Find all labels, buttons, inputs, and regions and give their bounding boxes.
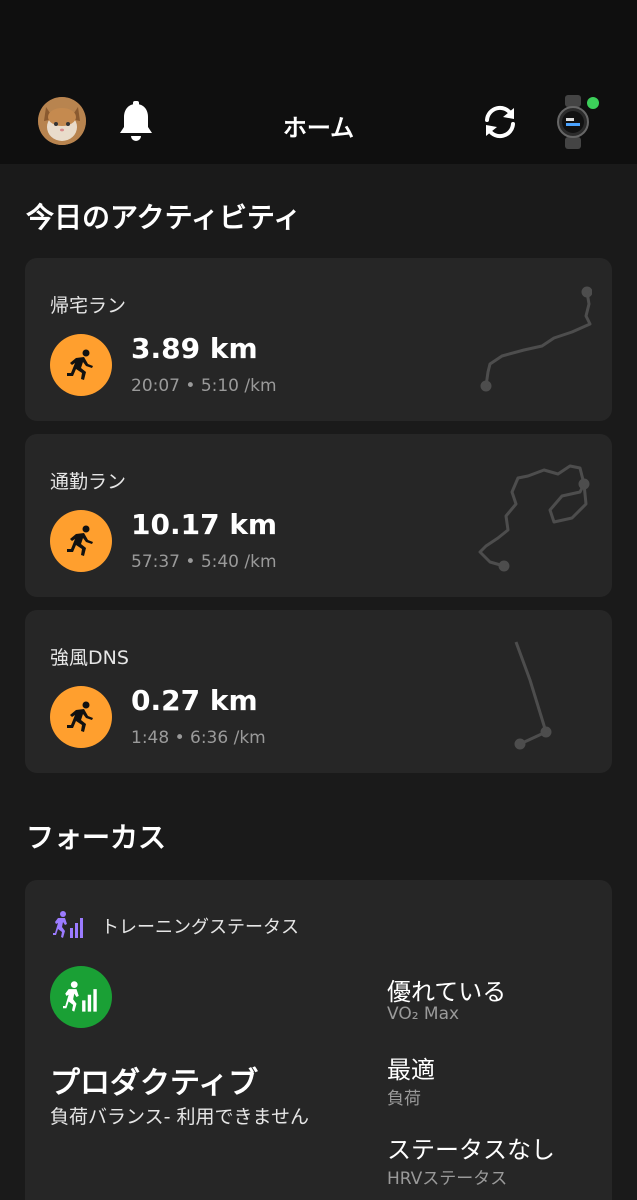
- training-status-icon: [53, 910, 85, 940]
- running-icon: [50, 686, 112, 748]
- load-value: 最適: [387, 1056, 435, 1084]
- activity-stats: 20:07 • 5:10 /km: [131, 376, 277, 396]
- today-section-title: 今日のアクティビティ: [26, 201, 302, 234]
- running-icon: [50, 510, 112, 572]
- focus-section-title: フォーカス: [26, 821, 167, 854]
- activity-name: 通勤ラン: [50, 471, 127, 493]
- training-status-value: プロダクティブ: [50, 1066, 259, 1101]
- activity-stats: 57:37 • 5:40 /km: [131, 552, 277, 572]
- activity-distance: 0.27 km: [131, 684, 258, 717]
- running-icon: [50, 334, 112, 396]
- vo2max-value: 優れている: [387, 978, 507, 1006]
- activity-name: 強風DNS: [50, 647, 129, 669]
- load-balance-text: 負荷バランス- 利用できません: [50, 1106, 309, 1128]
- vo2max-label: VO₂ Max: [387, 1004, 460, 1024]
- training-status-card[interactable]: トレーニングステータス プロダクティブ 負荷バランス- 利用できません 優れてい…: [25, 880, 612, 1200]
- page-title: ホーム: [282, 114, 355, 142]
- activity-card-1[interactable]: 帰宅ラン 3.89 km 20:07 • 5:10 /km: [25, 258, 612, 421]
- activity-stats: 1:48 • 6:36 /km: [131, 728, 266, 748]
- training-status-title: トレーニングステータス: [101, 917, 299, 938]
- hrv-value: ステータスなし: [387, 1136, 555, 1164]
- activity-distance: 3.89 km: [131, 332, 258, 365]
- watch-icon[interactable]: [555, 95, 599, 149]
- route-map: [514, 641, 552, 750]
- activity-name: 帰宅ラン: [50, 295, 127, 317]
- route-map: [478, 464, 590, 572]
- activity-distance: 10.17 km: [131, 508, 278, 541]
- productive-status-icon: [50, 966, 112, 1028]
- route-map: [480, 286, 592, 392]
- sync-icon[interactable]: [478, 100, 522, 144]
- app-screen: ホーム 今日のアクティビティ 帰宅ラン 3.89 km 20:07 • 5:10…: [0, 0, 637, 1200]
- activity-card-2[interactable]: 通勤ラン 10.17 km 57:37 • 5:40 /km: [25, 434, 612, 597]
- load-label: 負荷: [387, 1089, 421, 1109]
- activity-card-3[interactable]: 強風DNS 0.27 km 1:48 • 6:36 /km: [25, 610, 612, 773]
- hrv-label: HRVステータス: [387, 1169, 508, 1189]
- top-bar: ホーム: [0, 0, 637, 164]
